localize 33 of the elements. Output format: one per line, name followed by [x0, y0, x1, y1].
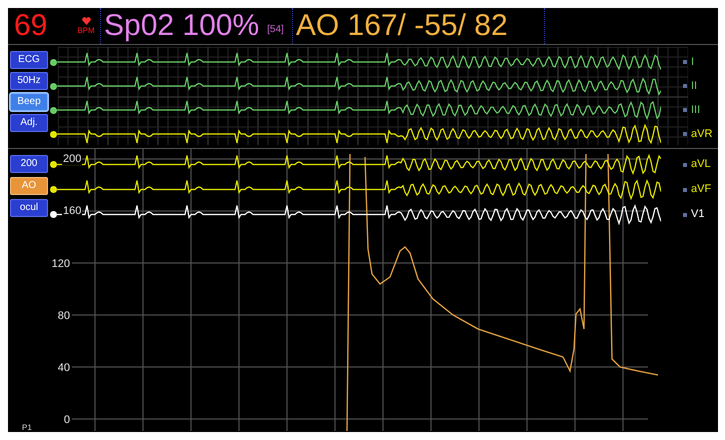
axis-label: 160	[62, 206, 82, 217]
panel-button[interactable]: ECG	[10, 51, 48, 69]
heart-icon	[82, 17, 90, 25]
lead-marker-icon	[683, 132, 687, 136]
lead-label: II	[691, 80, 698, 92]
axis-label: 40	[58, 362, 70, 374]
lead-label: aVL	[691, 159, 711, 170]
axis-label: 80	[58, 310, 70, 322]
spo2-value: Sp02 100%	[104, 11, 260, 41]
axis-label: 120	[52, 258, 70, 270]
axis-label: 0	[64, 414, 70, 426]
lead-label: aVF	[691, 184, 712, 195]
panel-button[interactable]: 50Hz	[10, 72, 48, 90]
ao-pressure-value: AO 167/ -55/ 82	[296, 11, 508, 41]
lead-label: III	[691, 104, 700, 116]
panel-button[interactable]: ocul	[10, 199, 48, 217]
spo2-pulse: [54]	[267, 25, 284, 35]
lead-label: aVR	[691, 128, 712, 140]
lead-label: I	[691, 56, 694, 68]
lead-marker-icon	[683, 212, 687, 216]
lead-marker-icon	[683, 162, 687, 166]
lead-label: V1	[691, 209, 704, 220]
heart-rate-unit: BPM	[77, 27, 95, 35]
panel-button[interactable]: Adj.	[10, 114, 48, 132]
lead-marker-icon	[683, 188, 687, 192]
lead-marker-icon	[683, 60, 687, 64]
channel-label: P1	[22, 423, 32, 431]
lead-marker-icon	[683, 108, 687, 112]
heart-rate-value: 69	[14, 11, 48, 41]
panel-button[interactable]: 200	[10, 155, 48, 173]
axis-label: 200	[62, 154, 82, 165]
panel-button[interactable]: Beep	[10, 93, 48, 111]
lead-marker-icon	[683, 84, 687, 88]
